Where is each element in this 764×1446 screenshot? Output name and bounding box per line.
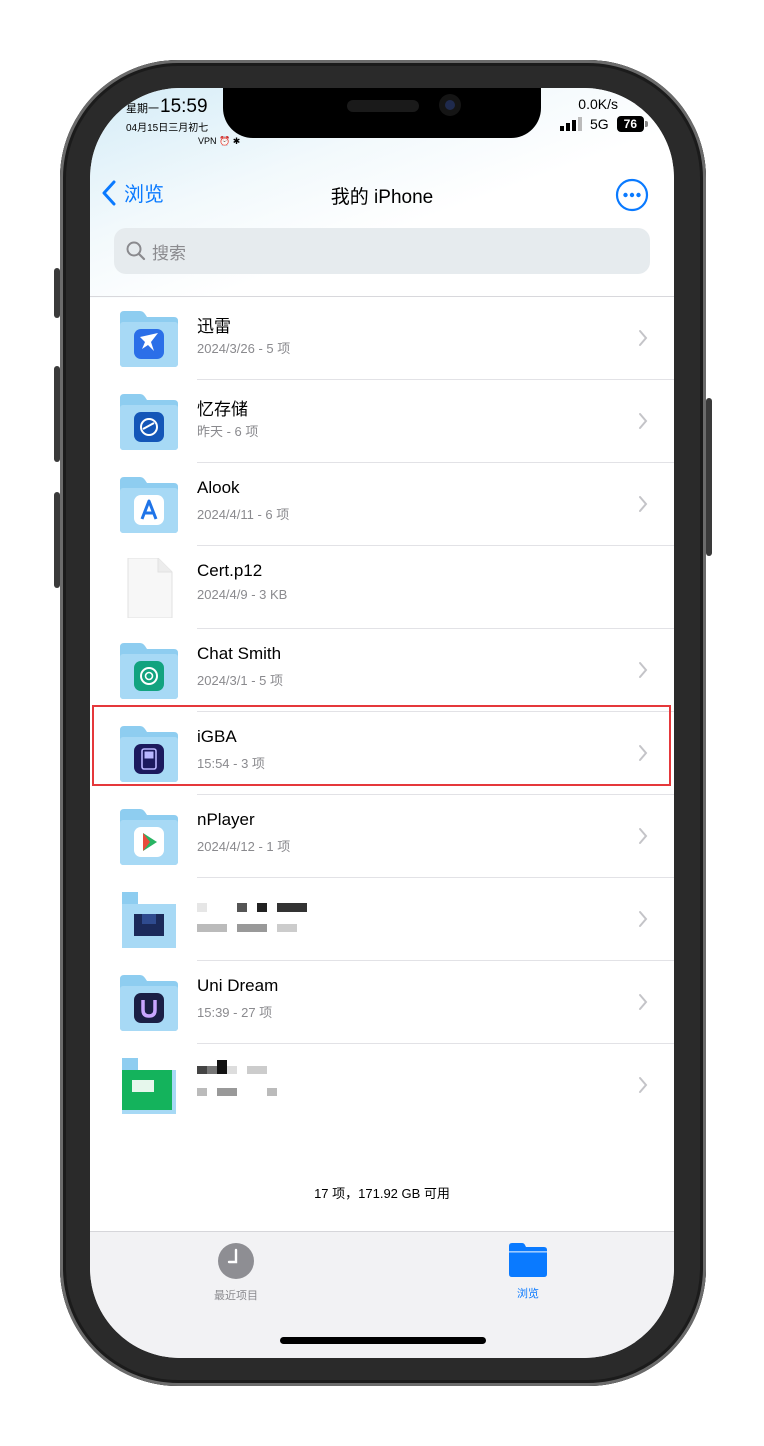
list-item[interactable]: Chat Smith 2024/3/1 - 5 项 bbox=[90, 629, 674, 712]
pixelated-folder-icon bbox=[122, 892, 176, 948]
search-input[interactable]: 搜索 bbox=[114, 228, 650, 274]
yicunchu-folder-icon bbox=[120, 394, 178, 450]
file-name: Uni Dream bbox=[197, 976, 279, 995]
lunar-date: 04月15日三月初七 bbox=[126, 123, 209, 134]
alook-folder-icon bbox=[120, 477, 178, 533]
list-item[interactable]: nPlayer 2024/4/12 - 1 项 bbox=[90, 795, 674, 878]
list-item[interactable]: 迅雷 2024/3/26 - 5 项 bbox=[90, 297, 674, 380]
tab-browse[interactable]: 浏览 bbox=[468, 1242, 588, 1301]
search-placeholder: 搜索 bbox=[152, 243, 186, 263]
chevron-right-icon bbox=[639, 911, 648, 927]
front-camera bbox=[439, 94, 461, 116]
power-button[interactable] bbox=[706, 398, 712, 556]
nplayer-folder-icon bbox=[120, 809, 178, 865]
list-item[interactable]: Cert.p12 2024/4/9 - 3 KB bbox=[90, 546, 674, 629]
igba-folder-icon bbox=[120, 726, 178, 782]
chevron-right-icon bbox=[639, 662, 648, 678]
file-meta: 2024/4/12 - 1 项 bbox=[197, 839, 291, 854]
list-item[interactable] bbox=[90, 1044, 674, 1127]
dynamic-notch bbox=[223, 88, 541, 138]
chevron-right-icon bbox=[639, 413, 648, 429]
chevron-right-icon bbox=[639, 828, 648, 844]
navigation-bar: 浏览 我的 iPhone bbox=[90, 176, 674, 214]
file-list: 迅雷 2024/3/26 - 5 项 忆存储 昨天 - 6 项 Alook 20… bbox=[90, 296, 674, 1127]
weekday: 星期一 bbox=[126, 103, 159, 115]
action-button[interactable] bbox=[54, 268, 60, 318]
file-meta: 15:54 - 3 项 bbox=[197, 756, 265, 771]
page-title: 我的 iPhone bbox=[330, 187, 434, 208]
list-item[interactable]: 忆存储 昨天 - 6 项 bbox=[90, 380, 674, 463]
signal-icon bbox=[559, 117, 582, 131]
file-name: Alook bbox=[197, 478, 240, 497]
status-bar-right: 0.0K/s 5G 76 bbox=[559, 96, 648, 132]
status-indicators: VPN ⏰ ✱ bbox=[198, 136, 241, 146]
uni-dream-folder-icon bbox=[120, 975, 178, 1031]
file-meta: 2024/3/1 - 5 项 bbox=[197, 673, 283, 688]
tab-label: 浏览 bbox=[517, 1288, 539, 1300]
list-item[interactable]: iGBA 15:54 - 3 项 bbox=[90, 712, 674, 795]
screen: 星期一15:59 04月15日三月初七 VPN ⏰ ✱ 0.0K/s 5G 76… bbox=[90, 88, 674, 1358]
tab-recents[interactable]: 最近项目 bbox=[176, 1242, 296, 1303]
earpiece bbox=[347, 100, 419, 112]
list-item[interactable]: Uni Dream 15:39 - 27 项 bbox=[90, 961, 674, 1044]
xunlei-folder-icon bbox=[120, 311, 178, 367]
search-icon bbox=[126, 241, 146, 261]
chevron-right-icon bbox=[639, 1077, 648, 1093]
battery-level: 76 bbox=[616, 116, 644, 132]
file-meta: 2024/4/11 - 6 项 bbox=[197, 507, 290, 522]
file-name: nPlayer bbox=[197, 810, 255, 829]
clock: 15:59 bbox=[160, 96, 208, 117]
clock-icon bbox=[218, 1243, 254, 1279]
list-item[interactable] bbox=[90, 878, 674, 961]
document-icon bbox=[127, 558, 173, 618]
file-name: 忆存储 bbox=[197, 400, 248, 419]
file-meta: 15:39 - 27 项 bbox=[197, 1005, 273, 1020]
folder-icon bbox=[509, 1243, 547, 1277]
file-name: iGBA bbox=[197, 727, 237, 746]
network-type: 5G bbox=[589, 116, 609, 132]
file-meta: 2024/4/9 - 3 KB bbox=[197, 587, 288, 602]
chevron-right-icon bbox=[639, 496, 648, 512]
list-item[interactable]: Alook 2024/4/11 - 6 项 bbox=[90, 463, 674, 546]
chevron-right-icon bbox=[639, 330, 648, 346]
file-name: 迅雷 bbox=[197, 317, 231, 336]
pixelated-folder-icon bbox=[122, 1058, 176, 1114]
volume-up-button[interactable] bbox=[54, 366, 60, 462]
tab-label: 最近项目 bbox=[214, 1290, 258, 1302]
chevron-right-icon bbox=[639, 994, 648, 1010]
more-button[interactable] bbox=[615, 178, 649, 217]
file-name: Cert.p12 bbox=[197, 561, 263, 580]
chevron-right-icon bbox=[639, 745, 648, 761]
file-meta: 2024/3/26 - 5 项 bbox=[197, 341, 291, 356]
net-speed: 0.0K/s bbox=[578, 96, 618, 112]
storage-summary: 17 项，171.92 GB 可用 bbox=[314, 1186, 450, 1201]
chat-smith-folder-icon bbox=[120, 643, 178, 699]
volume-down-button[interactable] bbox=[54, 492, 60, 588]
file-meta: 昨天 - 6 项 bbox=[197, 424, 259, 439]
ellipsis-circle-icon bbox=[615, 178, 649, 212]
file-name: Chat Smith bbox=[197, 644, 282, 663]
home-indicator[interactable] bbox=[280, 1337, 486, 1344]
battery-icon: 76 bbox=[616, 116, 648, 132]
